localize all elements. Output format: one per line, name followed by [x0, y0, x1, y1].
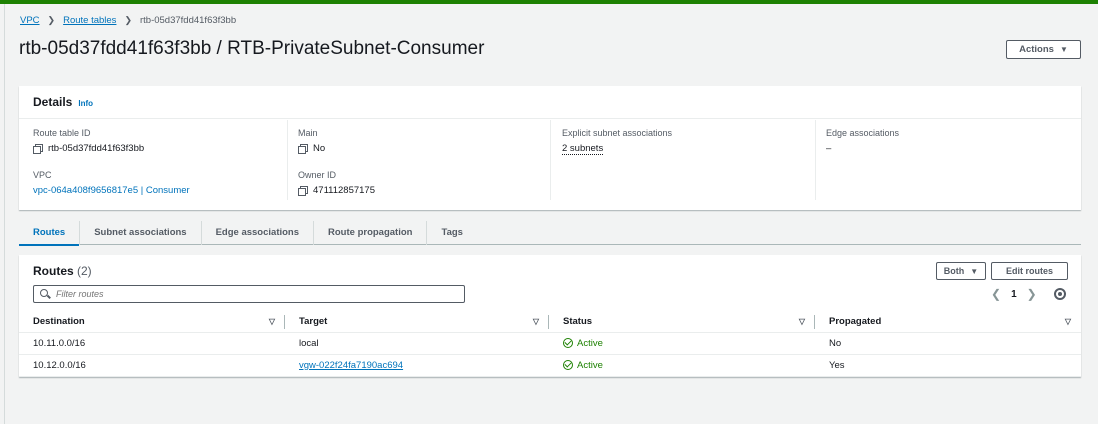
- both-label: Both: [943, 266, 965, 276]
- copy-icon[interactable]: [33, 144, 43, 154]
- routes-title: Routes (2): [33, 264, 92, 278]
- owner-id-label: Owner ID: [298, 170, 337, 180]
- chevron-left-icon[interactable]: ❮: [991, 287, 1001, 301]
- caret-down-icon: ▼: [1059, 45, 1068, 54]
- routes-table: Destination ▽ Target ▽ Status ▽ Propagated ▽…: [19, 312, 1081, 377]
- explicit-subnet-label: Explicit subnet associations: [562, 128, 673, 138]
- column-header-status[interactable]: Status ▽: [549, 312, 815, 333]
- copy-icon[interactable]: [298, 186, 308, 196]
- cell-status: Active: [549, 354, 815, 377]
- left-border: [4, 4, 5, 424]
- gear-icon[interactable]: [1054, 288, 1066, 300]
- tab-routes[interactable]: Routes: [19, 220, 81, 246]
- owner-id-value: 471112857175: [313, 185, 375, 196]
- main-label: Main: [298, 128, 318, 138]
- divider: [815, 120, 816, 200]
- explicit-subnet-value[interactable]: 2 subnets: [562, 143, 604, 155]
- column-header-destination[interactable]: Destination ▽: [19, 312, 285, 333]
- filter-routes-input[interactable]: [56, 289, 436, 299]
- divider: [550, 120, 551, 200]
- divider: [287, 120, 288, 200]
- owner-id-field: Owner ID 471112857175: [298, 170, 375, 196]
- copy-icon[interactable]: [298, 144, 308, 154]
- target-link[interactable]: vgw-022f24fa7190ac694: [299, 360, 403, 371]
- routes-count: (2): [77, 264, 92, 278]
- routes-panel: Routes (2) Both ▼ Edit routes ❮ 1 ❯ Dest…: [19, 255, 1081, 377]
- tab-tags[interactable]: Tags: [427, 221, 476, 245]
- tab-subnet-associations[interactable]: Subnet associations: [80, 220, 202, 245]
- main-value: No: [313, 143, 326, 154]
- cell-status: Active: [549, 332, 815, 355]
- sort-icon[interactable]: ▽: [533, 317, 539, 326]
- search-icon: [40, 289, 50, 299]
- table-row: 10.11.0.0/16 local Active No: [19, 332, 1081, 355]
- actions-label: Actions: [1019, 44, 1054, 55]
- page-number[interactable]: 1: [1011, 289, 1017, 300]
- route-table-id-label: Route table ID: [33, 128, 91, 138]
- details-header: Details Info: [19, 86, 1081, 119]
- cell-destination: 10.12.0.0/16: [19, 354, 285, 377]
- column-header-target[interactable]: Target ▽: [285, 312, 549, 333]
- chevron-right-icon: ❯: [124, 15, 132, 25]
- cell-target: vgw-022f24fa7190ac694: [285, 354, 549, 377]
- details-panel: Details Info Route table ID rtb-05d37fdd…: [19, 86, 1081, 210]
- tab-bar: Routes Subnet associations Edge associat…: [19, 220, 1081, 246]
- filter-routes[interactable]: [33, 285, 465, 303]
- breadcrumb-current: rtb-05d37fdd41f63f3bb: [139, 15, 237, 26]
- cell-target: local: [285, 332, 549, 355]
- route-table-id-value: rtb-05d37fdd41f63f3bb: [48, 143, 145, 154]
- sort-icon[interactable]: ▽: [799, 317, 805, 326]
- edge-associations-field: Edge associations –: [826, 128, 899, 154]
- caret-down-icon: ▼: [970, 266, 979, 276]
- pagination: ❮ 1 ❯: [991, 287, 1037, 301]
- actions-button[interactable]: Actions ▼: [1006, 40, 1081, 59]
- edge-associations-value: –: [826, 143, 832, 154]
- breadcrumb: VPC ❯ Route tables ❯ rtb-05d37fdd41f63f3…: [20, 15, 236, 26]
- chevron-right-icon[interactable]: ❯: [1027, 287, 1037, 301]
- cell-propagated: No: [815, 332, 1081, 355]
- table-header-row: Destination ▽ Target ▽ Status ▽ Propagated ▽: [19, 312, 1081, 333]
- breadcrumb-vpc[interactable]: VPC: [20, 15, 40, 26]
- sort-icon[interactable]: ▽: [269, 317, 275, 326]
- both-dropdown[interactable]: Both ▼: [936, 262, 986, 280]
- vpc-link[interactable]: vpc-064a408f9656817e5 | Consumer: [33, 185, 190, 196]
- cell-destination: 10.11.0.0/16: [19, 332, 285, 355]
- page-title: rtb-05d37fdd41f63f3bb / RTB-PrivateSubne…: [19, 38, 485, 59]
- info-link[interactable]: Info: [78, 99, 93, 108]
- vpc-field: VPC vpc-064a408f9656817e5 | Consumer: [33, 170, 190, 196]
- routes-title-text: Routes: [33, 264, 74, 278]
- edit-routes-button[interactable]: Edit routes: [991, 262, 1068, 280]
- sort-icon[interactable]: ▽: [1065, 317, 1071, 326]
- tab-edge-associations[interactable]: Edge associations: [202, 220, 315, 245]
- tab-route-propagation[interactable]: Route propagation: [314, 220, 428, 245]
- cell-propagated: Yes: [815, 354, 1081, 377]
- explicit-subnet-field: Explicit subnet associations 2 subnets: [562, 128, 672, 155]
- breadcrumb-route-tables[interactable]: Route tables: [63, 15, 116, 26]
- vpc-label: VPC: [33, 170, 52, 180]
- chevron-right-icon: ❯: [47, 15, 56, 25]
- top-accent-bar: [0, 0, 1098, 4]
- table-row: 10.12.0.0/16 vgw-022f24fa7190ac694 Activ…: [19, 354, 1081, 377]
- details-title: Details: [33, 95, 73, 109]
- route-table-id-field: Route table ID rtb-05d37fdd41f63f3bb: [33, 128, 144, 154]
- edge-associations-label: Edge associations: [826, 128, 900, 138]
- main-field: Main No: [298, 128, 325, 154]
- check-circle-icon: [563, 338, 573, 348]
- column-header-propagated[interactable]: Propagated ▽: [815, 312, 1081, 333]
- check-circle-icon: [563, 360, 573, 370]
